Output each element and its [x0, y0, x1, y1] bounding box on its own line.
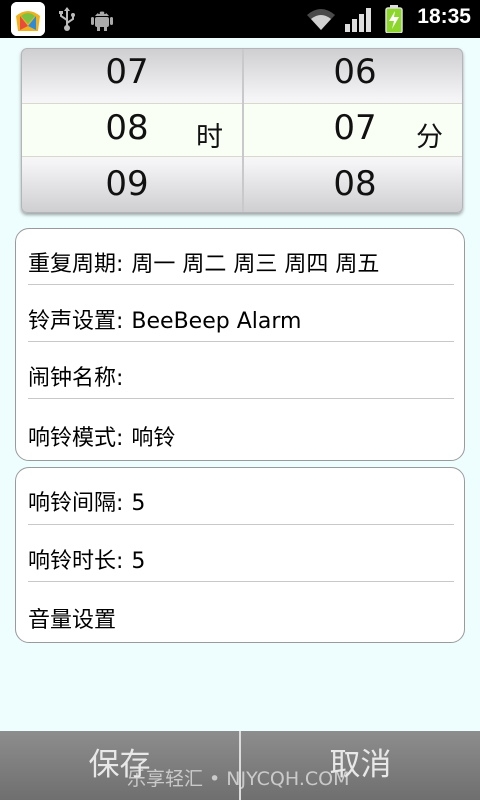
time-picker[interactable]: 07 08 09 时 06 07 08 分	[21, 48, 463, 213]
row-divider	[28, 398, 454, 399]
hour-next[interactable]: 09	[67, 164, 187, 204]
hour-current[interactable]: 08	[67, 108, 187, 148]
ring-duration-label: 响铃时长:	[28, 549, 124, 574]
alarm-name-row[interactable]: 闹钟名称:	[28, 360, 454, 392]
minute-current[interactable]: 07	[295, 108, 415, 148]
row-divider	[28, 341, 454, 342]
ringtone-value: BeeBeep Alarm	[131, 309, 302, 334]
hour-unit-label: 时	[196, 122, 223, 153]
alarm-name-label: 闹钟名称:	[28, 366, 124, 391]
ring-mode-value: 响铃	[131, 426, 176, 451]
repeat-label: 重复周期:	[28, 252, 124, 277]
row-divider	[28, 581, 454, 582]
minute-prev[interactable]: 06	[295, 52, 415, 92]
alarm-settings-group: 重复周期: 周一 周二 周三 周四 周五 铃声设置: BeeBeep Alarm 闹…	[15, 228, 465, 461]
status-bar: 18:35	[0, 0, 480, 38]
ring-mode-label: 响铃模式:	[28, 426, 124, 451]
ring-interval-label: 响铃间隔:	[28, 491, 124, 516]
ring-interval-value: 5	[131, 491, 146, 516]
minute-next[interactable]: 08	[295, 164, 415, 204]
signal-icon	[345, 8, 371, 32]
usb-icon	[59, 7, 75, 31]
ring-settings-group: 响铃间隔: 5 响铃时长: 5 音量设置	[15, 467, 465, 643]
battery-charging-icon	[385, 5, 403, 33]
row-divider	[28, 284, 454, 285]
watermark: 乐享轻汇 • NJYCQH.COM	[127, 768, 350, 790]
volume-row[interactable]: 音量设置	[28, 602, 454, 634]
ring-interval-row[interactable]: 响铃间隔: 5	[28, 485, 454, 517]
picker-divider	[242, 49, 244, 212]
app-launcher-icon	[11, 2, 45, 36]
volume-label: 音量设置	[28, 608, 117, 633]
row-divider	[28, 524, 454, 525]
ring-duration-value: 5	[131, 549, 146, 574]
status-clock: 18:35	[417, 5, 471, 28]
ring-mode-row[interactable]: 响铃模式: 响铃	[28, 420, 454, 452]
minute-unit-label: 分	[416, 122, 443, 153]
ring-duration-row[interactable]: 响铃时长: 5	[28, 543, 454, 575]
repeat-value: 周一 周二 周三 周四 周五	[131, 252, 380, 277]
wifi-icon	[307, 9, 335, 30]
ringtone-label: 铃声设置:	[28, 309, 124, 334]
android-debug-icon	[91, 11, 113, 31]
hour-prev[interactable]: 07	[67, 52, 187, 92]
ringtone-row[interactable]: 铃声设置: BeeBeep Alarm	[28, 303, 454, 335]
repeat-row[interactable]: 重复周期: 周一 周二 周三 周四 周五	[28, 246, 454, 278]
